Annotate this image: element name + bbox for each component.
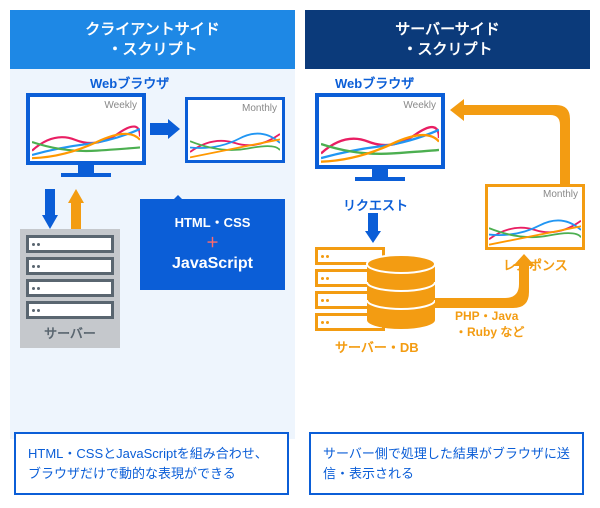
bubble-htmlcss: HTML・CSS: [150, 213, 275, 233]
response-arrow-icon: [450, 99, 580, 189]
response-output: Monthly: [485, 184, 585, 250]
chart-monthly-r: [489, 201, 581, 259]
server-box: サーバー: [20, 229, 120, 348]
browser-monitor: Weekly: [26, 93, 146, 177]
process-arrow-icon: [435, 254, 535, 314]
client-side-panel: クライアントサイド ・スクリプト Webブラウザ Weekly Monthly: [10, 10, 295, 439]
browser-label-r: Webブラウザ: [335, 73, 414, 92]
server-note: サーバー側で処理した結果がブラウザに送信・表示される: [309, 432, 584, 495]
client-header: クライアントサイド ・スクリプト: [10, 10, 295, 69]
request-label: リクエスト: [343, 195, 408, 214]
weekly-tag-r: Weekly: [321, 99, 439, 112]
server-header: サーバーサイド ・スクリプト: [305, 10, 590, 69]
monthly-tag-r: Monthly: [489, 188, 581, 201]
arrow-down-icon: [42, 189, 58, 229]
browser-label: Webブラウザ: [90, 73, 169, 92]
chart-weekly-r: [321, 112, 439, 176]
arrow-up-icon: [68, 189, 84, 229]
server-label: サーバー: [26, 323, 114, 342]
server-db-label: サーバー・DB: [335, 337, 419, 356]
server-side-panel: サーバーサイド ・スクリプト Webブラウザ Weekly Monthly: [305, 10, 590, 439]
server-body: Webブラウザ Weekly Monthly: [305, 69, 590, 439]
monthly-tag: Monthly: [190, 102, 280, 115]
browser-output: Monthly: [185, 97, 285, 163]
weekly-tag: Weekly: [32, 99, 140, 112]
request-arrow-icon: [365, 213, 381, 243]
bubble-plus: ＋: [150, 233, 275, 253]
lang-label: PHP・Java ・Ruby など: [455, 309, 524, 340]
bubble-js: JavaScript: [150, 252, 275, 276]
client-note: HTML・CSSとJavaScriptを組み合わせ、ブラウザだけで動的な表現がで…: [14, 432, 289, 495]
chart-weekly: [32, 112, 140, 172]
client-body: Webブラウザ Weekly Monthly: [10, 69, 295, 439]
tech-bubble: HTML・CSS ＋ JavaScript: [140, 199, 285, 290]
browser-monitor-r: Weekly: [315, 93, 445, 181]
chart-monthly: [190, 115, 280, 171]
database-icon: [365, 254, 437, 332]
arrow-right-icon: [150, 119, 180, 139]
